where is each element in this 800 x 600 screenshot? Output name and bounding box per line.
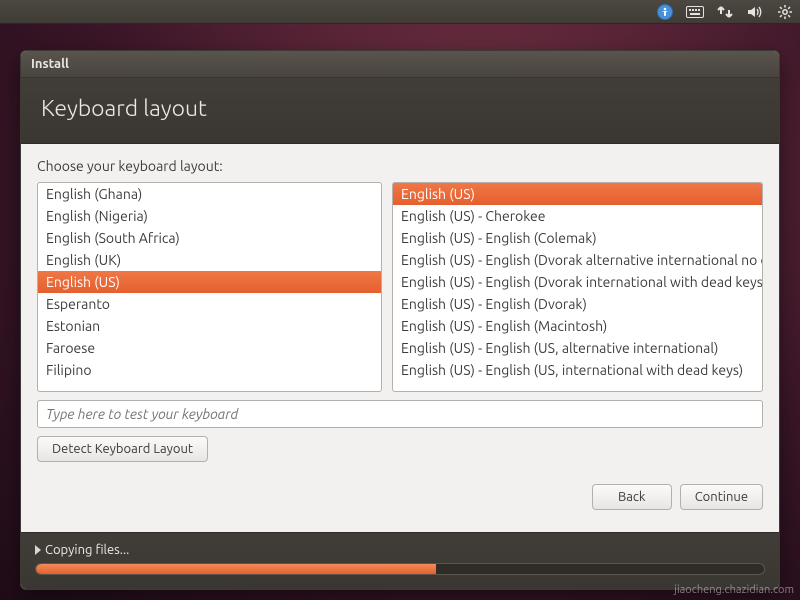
progress-bar: [35, 563, 765, 575]
layout-lists: English (Ghana)English (Nigeria)English …: [37, 182, 763, 392]
list-item[interactable]: English (US) - English (Colemak): [393, 227, 762, 249]
list-item[interactable]: Filipino: [38, 359, 381, 381]
list-item[interactable]: English (US) - English (Dvorak): [393, 293, 762, 315]
window-title: Install: [31, 57, 69, 71]
content-area: Choose your keyboard layout: English (Gh…: [21, 144, 779, 532]
list-item[interactable]: English (US): [38, 271, 381, 293]
detect-layout-button[interactable]: Detect Keyboard Layout: [37, 436, 208, 462]
list-item[interactable]: Estonian: [38, 315, 381, 337]
keyboard-test-input[interactable]: [37, 400, 763, 428]
settings-gear-icon[interactable]: [776, 3, 794, 21]
progress-bar-fill: [36, 564, 436, 574]
volume-icon[interactable]: [746, 3, 764, 21]
list-item[interactable]: English (South Africa): [38, 227, 381, 249]
list-item[interactable]: Faroese: [38, 337, 381, 359]
list-item[interactable]: English (US) - English (Dvorak alternati…: [393, 249, 762, 271]
window-titlebar: Install: [21, 51, 779, 78]
top-menubar: [0, 0, 800, 24]
footer: Copying files...: [21, 532, 779, 589]
list-item[interactable]: English (US) - English (US, internationa…: [393, 359, 762, 381]
status-line[interactable]: Copying files...: [35, 543, 765, 557]
keyboard-icon[interactable]: [686, 3, 704, 21]
list-item[interactable]: Esperanto: [38, 293, 381, 315]
language-listbox[interactable]: English (Ghana)English (Nigeria)English …: [37, 182, 382, 392]
prompt-label: Choose your keyboard layout:: [37, 158, 763, 174]
accessibility-icon[interactable]: [656, 3, 674, 21]
list-item[interactable]: English (US) - Cherokee: [393, 205, 762, 227]
variant-listbox[interactable]: English (US)English (US) - CherokeeEngli…: [392, 182, 763, 392]
list-item[interactable]: English (US) - English (Dvorak internati…: [393, 271, 762, 293]
detect-row: Detect Keyboard Layout: [37, 436, 763, 462]
page-heading: Keyboard layout: [21, 78, 779, 144]
list-item[interactable]: English (UK): [38, 249, 381, 271]
test-row: [37, 400, 763, 428]
list-item[interactable]: English (US): [393, 183, 762, 205]
installer-window: Install Keyboard layout Choose your keyb…: [20, 50, 780, 590]
back-button[interactable]: Back: [592, 484, 672, 510]
continue-button[interactable]: Continue: [680, 484, 763, 510]
disclosure-triangle-icon: [35, 545, 41, 555]
list-item[interactable]: English (Nigeria): [38, 205, 381, 227]
list-item[interactable]: English (Ghana): [38, 183, 381, 205]
list-item[interactable]: English (US) - English (Macintosh): [393, 315, 762, 337]
network-icon[interactable]: [716, 3, 734, 21]
nav-buttons: Back Continue: [37, 470, 763, 510]
status-text: Copying files...: [45, 543, 129, 557]
list-item[interactable]: English (US) - English (US, alternative …: [393, 337, 762, 359]
